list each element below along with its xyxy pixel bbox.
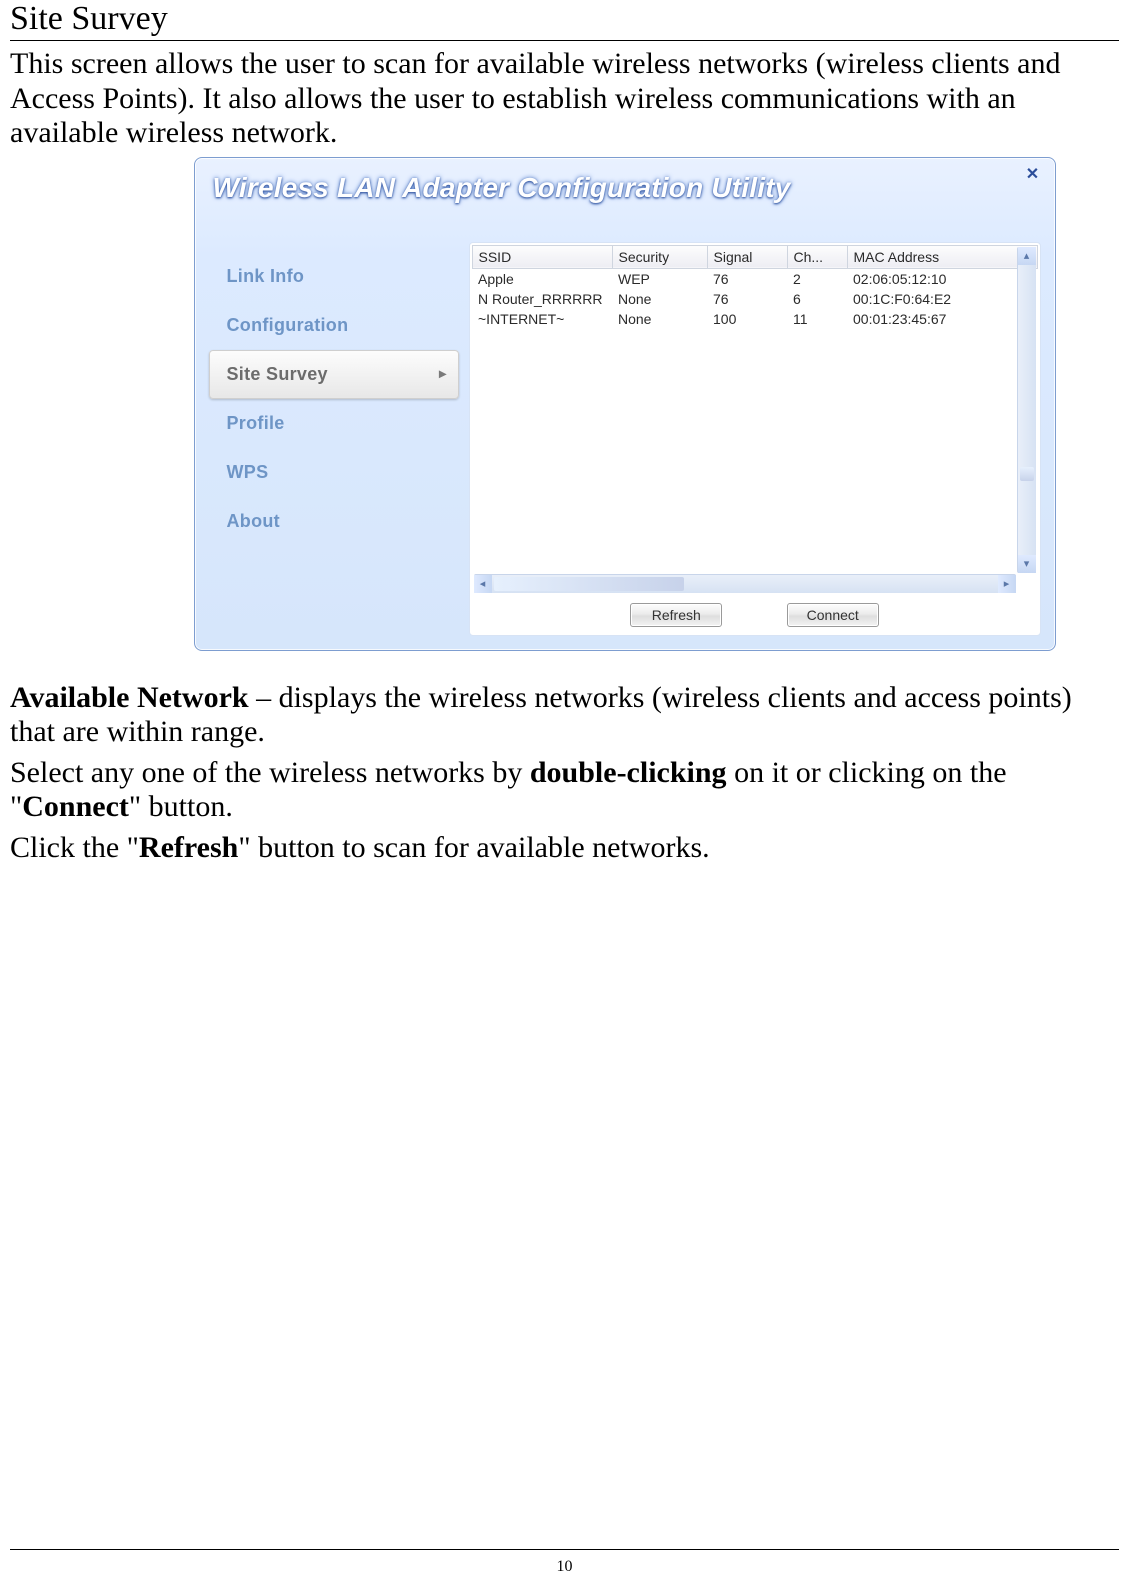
paragraph-select-network: Select any one of the wireless networks … [10,756,1119,825]
app-title: Wireless LAN Adapter Configuration Utili… [213,172,791,203]
cell-security: WEP [612,268,707,289]
table-row[interactable]: N Router_RRRRRR None 76 6 00:1C:F0:64:E2 [472,289,1037,309]
cell-ssid: Apple [472,268,612,289]
cell-mac: 00:1C:F0:64:E2 [847,289,1037,309]
sidebar-item-wps[interactable]: WPS [209,448,459,497]
paragraph-refresh: Click the "Refresh" button to scan for a… [10,831,1119,866]
text: " button to scan for available networks. [238,831,709,864]
text: Select any one of the wireless networks … [10,756,530,789]
text: Click the " [10,831,139,864]
cell-security: None [612,289,707,309]
cell-channel: 6 [787,289,847,309]
sidebar-item-about[interactable]: About [209,497,459,546]
table-row[interactable]: ~INTERNET~ None 100 11 00:01:23:45:67 [472,309,1037,329]
cell-channel: 11 [787,309,847,329]
text: " button. [129,790,233,823]
footer-rule [10,1549,1119,1550]
scroll-left-icon[interactable]: ◂ [474,575,492,593]
text-bold: Available Network [10,681,249,714]
refresh-button[interactable]: Refresh [630,603,722,627]
sidebar-item-configuration[interactable]: Configuration [209,301,459,350]
text-bold: double-clicking [530,756,727,789]
col-security[interactable]: Security [612,245,707,268]
sidebar-item-link-info[interactable]: Link Info [209,252,459,301]
scroll-right-icon[interactable]: ▸ [998,575,1016,593]
cell-security: None [612,309,707,329]
app-window: Wireless LAN Adapter Configuration Utili… [194,157,1056,651]
cell-signal: 76 [707,289,787,309]
col-ssid[interactable]: SSID [472,245,612,268]
text-bold: Refresh [139,831,238,864]
scroll-thumb[interactable] [1020,467,1034,481]
titlebar: Wireless LAN Adapter Configuration Utili… [195,158,1055,242]
sidebar-item-site-survey[interactable]: Site Survey [209,350,459,399]
cell-mac: 02:06:05:12:10 [847,268,1037,289]
scroll-down-icon[interactable]: ▾ [1018,555,1036,573]
col-mac[interactable]: MAC Address [847,245,1037,268]
table-row[interactable]: Apple WEP 76 2 02:06:05:12:10 [472,268,1037,289]
connect-button[interactable]: Connect [787,603,879,627]
horizontal-scrollbar[interactable]: ◂ ▸ [474,574,1016,593]
cell-channel: 2 [787,268,847,289]
sidebar: Link Info Configuration Site Survey Prof… [209,242,459,636]
paragraph-available-network: Available Network – displays the wireles… [10,681,1119,750]
cell-signal: 76 [707,268,787,289]
close-icon[interactable]: ✕ [1021,164,1045,186]
page-number: 10 [0,1558,1129,1576]
sidebar-item-profile[interactable]: Profile [209,399,459,448]
content-pane: SSID Security Signal Ch... MAC Address A… [469,242,1041,636]
networks-table[interactable]: SSID Security Signal Ch... MAC Address A… [472,245,1038,329]
cell-mac: 00:01:23:45:67 [847,309,1037,329]
scroll-thumb[interactable] [494,577,684,591]
section-title: Site Survey [10,0,1119,41]
cell-ssid: N Router_RRRRRR [472,289,612,309]
figure-container: Wireless LAN Adapter Configuration Utili… [10,157,1119,651]
text-bold: Connect [22,790,129,823]
col-channel[interactable]: Ch... [787,245,847,268]
intro-paragraph: This screen allows the user to scan for … [10,47,1119,151]
cell-ssid: ~INTERNET~ [472,309,612,329]
vertical-scrollbar[interactable]: ▴ ▾ [1017,247,1036,573]
col-signal[interactable]: Signal [707,245,787,268]
scroll-up-icon[interactable]: ▴ [1018,247,1036,265]
cell-signal: 100 [707,309,787,329]
